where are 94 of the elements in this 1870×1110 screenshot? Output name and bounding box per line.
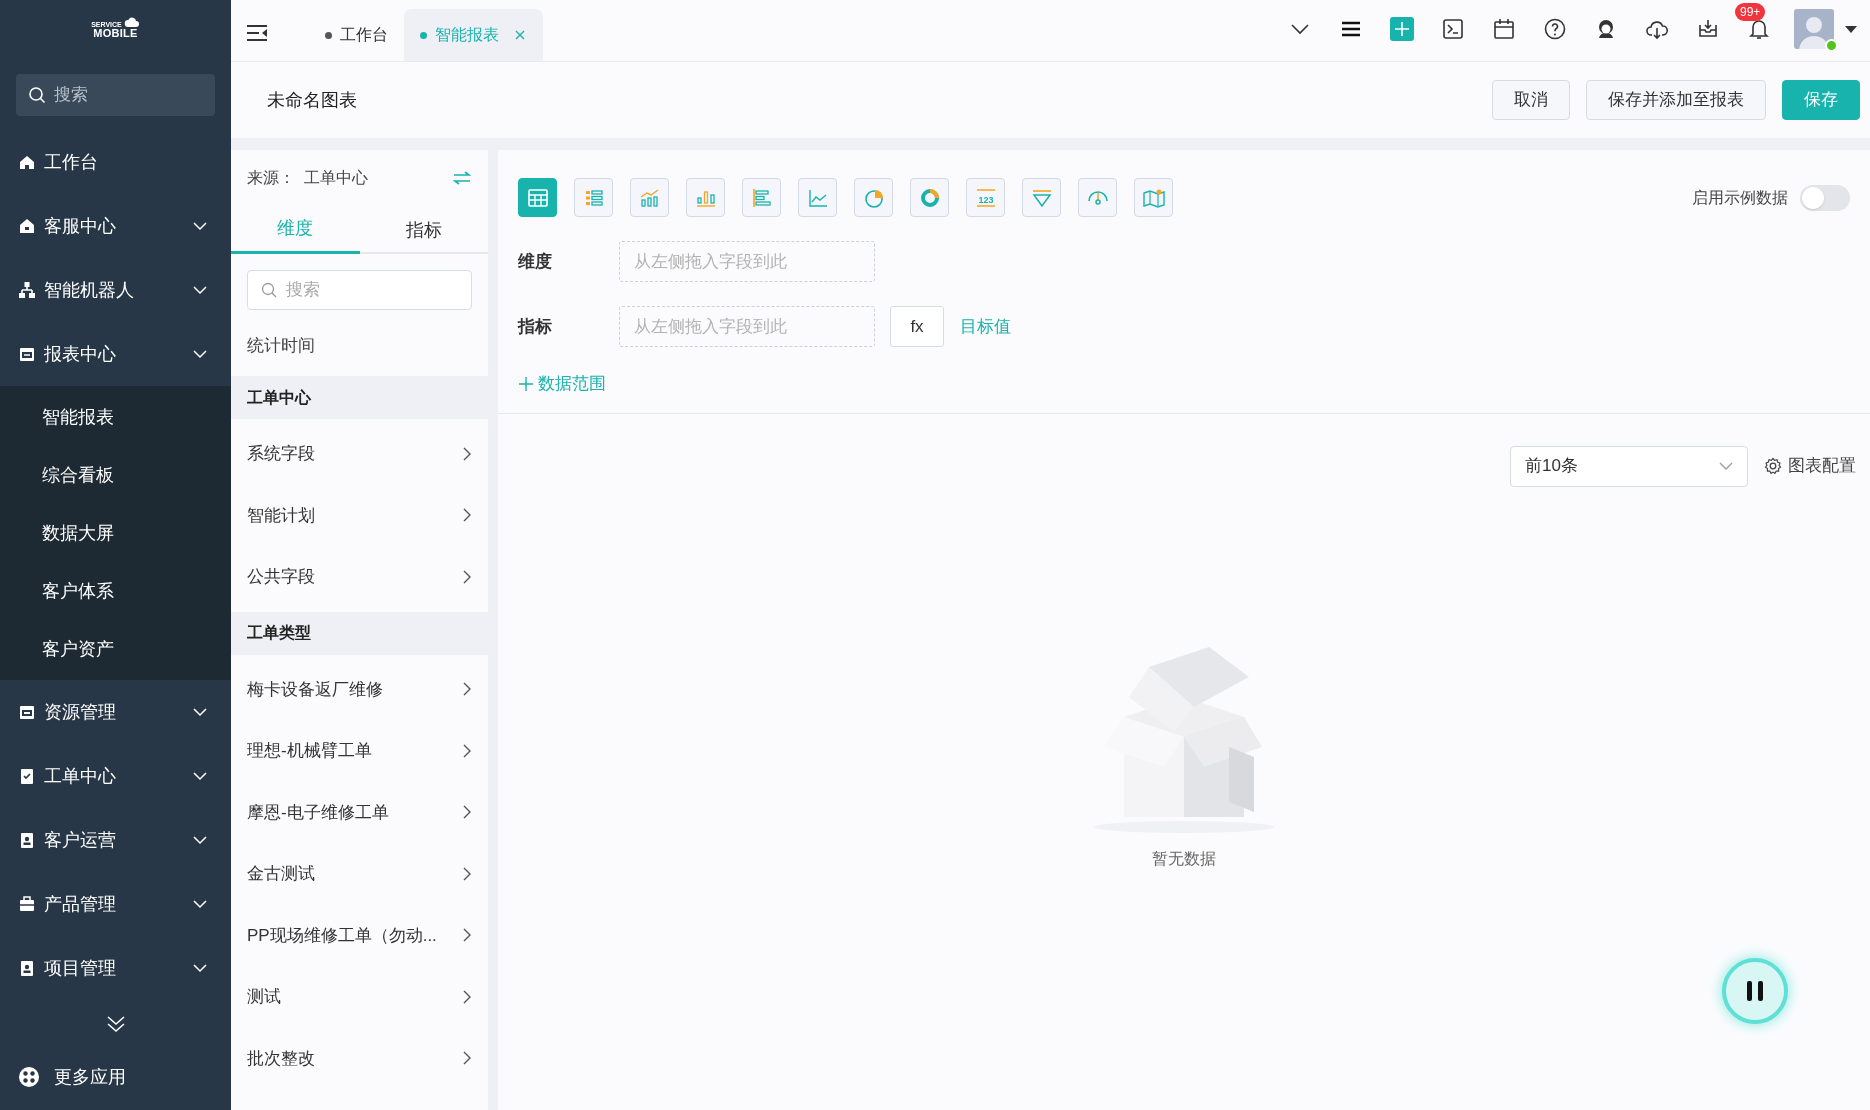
- formula-button[interactable]: fx: [890, 306, 944, 347]
- field-group-item[interactable]: 金古测试: [231, 843, 488, 905]
- menu-item[interactable]: 资源管理: [0, 680, 231, 744]
- field-group-item[interactable]: 系统字段: [231, 423, 488, 485]
- avatar[interactable]: [1794, 9, 1834, 49]
- empty-state-text: 暂无数据: [1152, 848, 1216, 869]
- menu-item[interactable]: 项目管理: [0, 936, 231, 1000]
- chevron-right-icon: [462, 866, 472, 881]
- field-group-item[interactable]: 测试: [231, 966, 488, 1028]
- list-chart-button[interactable]: [574, 178, 613, 217]
- id-card-icon: [18, 831, 36, 849]
- field-item[interactable]: 统计时间: [231, 320, 488, 372]
- drop-zone[interactable]: 从左侧拖入字段到此: [619, 306, 875, 347]
- close-icon[interactable]: [513, 28, 527, 42]
- line-chart-button[interactable]: [798, 178, 837, 217]
- tab[interactable]: 工作台: [309, 9, 404, 61]
- pause-icon: [1744, 979, 1766, 1003]
- funnel-chart-button[interactable]: [1022, 178, 1061, 217]
- submenu-item[interactable]: 客户体系: [0, 562, 231, 620]
- menu-collapse-icon[interactable]: [245, 23, 269, 43]
- action-button[interactable]: 取消: [1492, 80, 1570, 120]
- section-header: 工单中心: [231, 376, 488, 419]
- field-group-item[interactable]: 摩恩-电子维修工单: [231, 781, 488, 843]
- caret-icon[interactable]: [1844, 24, 1858, 34]
- help-icon[interactable]: [1543, 17, 1567, 41]
- combo-chart-button[interactable]: [630, 178, 669, 217]
- toggle-switch[interactable]: [1800, 184, 1850, 211]
- clipboard-icon: [18, 767, 36, 785]
- plus-icon[interactable]: [1390, 17, 1414, 41]
- home-icon: [18, 153, 36, 171]
- chevron-right-icon: [462, 743, 472, 758]
- chart-settings-link[interactable]: 图表配置: [1764, 453, 1856, 479]
- terminal-icon[interactable]: [1441, 17, 1465, 41]
- chevron-right-icon: [462, 989, 472, 1004]
- submenu-item[interactable]: 综合看板: [0, 446, 231, 504]
- field-group-item[interactable]: 梅卡设备返厂维修: [231, 658, 488, 720]
- search-icon: [28, 86, 46, 104]
- apps-icon: [18, 1066, 40, 1088]
- donut-chart-button[interactable]: [910, 178, 949, 217]
- field-group-item[interactable]: 智能计划: [231, 484, 488, 546]
- submenu-item[interactable]: 智能报表: [0, 388, 231, 446]
- section-header: 工单类型: [231, 611, 488, 655]
- field-group-item[interactable]: 公共字段: [231, 546, 488, 608]
- bell-icon[interactable]: [1747, 17, 1771, 41]
- chevron-right-icon: [462, 928, 472, 943]
- logo-text: MOBILE: [93, 28, 138, 39]
- panel-tab[interactable]: 指标: [359, 206, 488, 254]
- submenu-item[interactable]: 数据大屏: [0, 504, 231, 562]
- action-button[interactable]: 保存并添加至报表: [1586, 80, 1766, 120]
- chevron-right-icon: [462, 569, 472, 584]
- menu-item[interactable]: 客服中心: [0, 194, 231, 258]
- menu-item[interactable]: 工单中心: [0, 744, 231, 808]
- menu-item[interactable]: 客户运营: [0, 808, 231, 872]
- menu-item[interactable]: 产品管理: [0, 872, 231, 936]
- menu-item[interactable]: 智能机器人: [0, 258, 231, 322]
- source-label: 来源： 工单中心: [247, 168, 368, 188]
- shop-icon: [18, 217, 36, 235]
- chevron-right-icon: [462, 805, 472, 820]
- chevron-right-icon: [462, 1051, 472, 1066]
- field-group-item[interactable]: 批次整改: [231, 1027, 488, 1089]
- field-label: 维度: [518, 250, 553, 273]
- briefcase-icon: [18, 895, 36, 913]
- field-label: 指标: [518, 315, 553, 338]
- column-chart-button[interactable]: [686, 178, 725, 217]
- settings-icon: [1764, 457, 1782, 475]
- chevron-right-icon: [462, 446, 472, 461]
- menu-item[interactable]: 报表中心: [0, 322, 231, 386]
- submenu-item[interactable]: 客户资产: [0, 620, 231, 678]
- chart-title: 未命名图表: [267, 88, 357, 112]
- swap-icon[interactable]: [452, 170, 472, 186]
- field-group-item[interactable]: PP现场维修工单（勿动...: [231, 904, 488, 966]
- chevron-right-icon: [462, 508, 472, 523]
- notification-badge: 99+: [1735, 3, 1766, 21]
- search-field[interactable]: 搜索: [247, 270, 472, 310]
- map-chart-button[interactable]: [1134, 178, 1173, 217]
- gauge-chart-button[interactable]: [1078, 178, 1117, 217]
- drop-zone[interactable]: 从左侧拖入字段到此: [619, 241, 875, 282]
- menu-item[interactable]: 工作台: [0, 130, 231, 194]
- chevron-down-icon: [1719, 461, 1733, 471]
- limit-select[interactable]: 前10条: [1510, 445, 1748, 487]
- sitemap-icon: [18, 281, 36, 299]
- pie-chart-button[interactable]: [854, 178, 893, 217]
- bar-chart-button[interactable]: [742, 178, 781, 217]
- table-chart-button[interactable]: [518, 178, 557, 217]
- search-icon: [261, 282, 277, 298]
- chevron-right-icon: [462, 682, 472, 697]
- pause-button[interactable]: [1722, 958, 1788, 1024]
- more-apps-link[interactable]: 更多应用: [54, 1063, 126, 1091]
- field-group-item[interactable]: 理想-机械臂工单: [231, 720, 488, 782]
- toggle-label: 启用示例数据: [1692, 187, 1788, 208]
- id-card-icon: [18, 959, 36, 977]
- plus-icon: [518, 375, 534, 392]
- cloud-icon: [123, 16, 140, 28]
- search-field[interactable]: 搜索: [16, 74, 215, 116]
